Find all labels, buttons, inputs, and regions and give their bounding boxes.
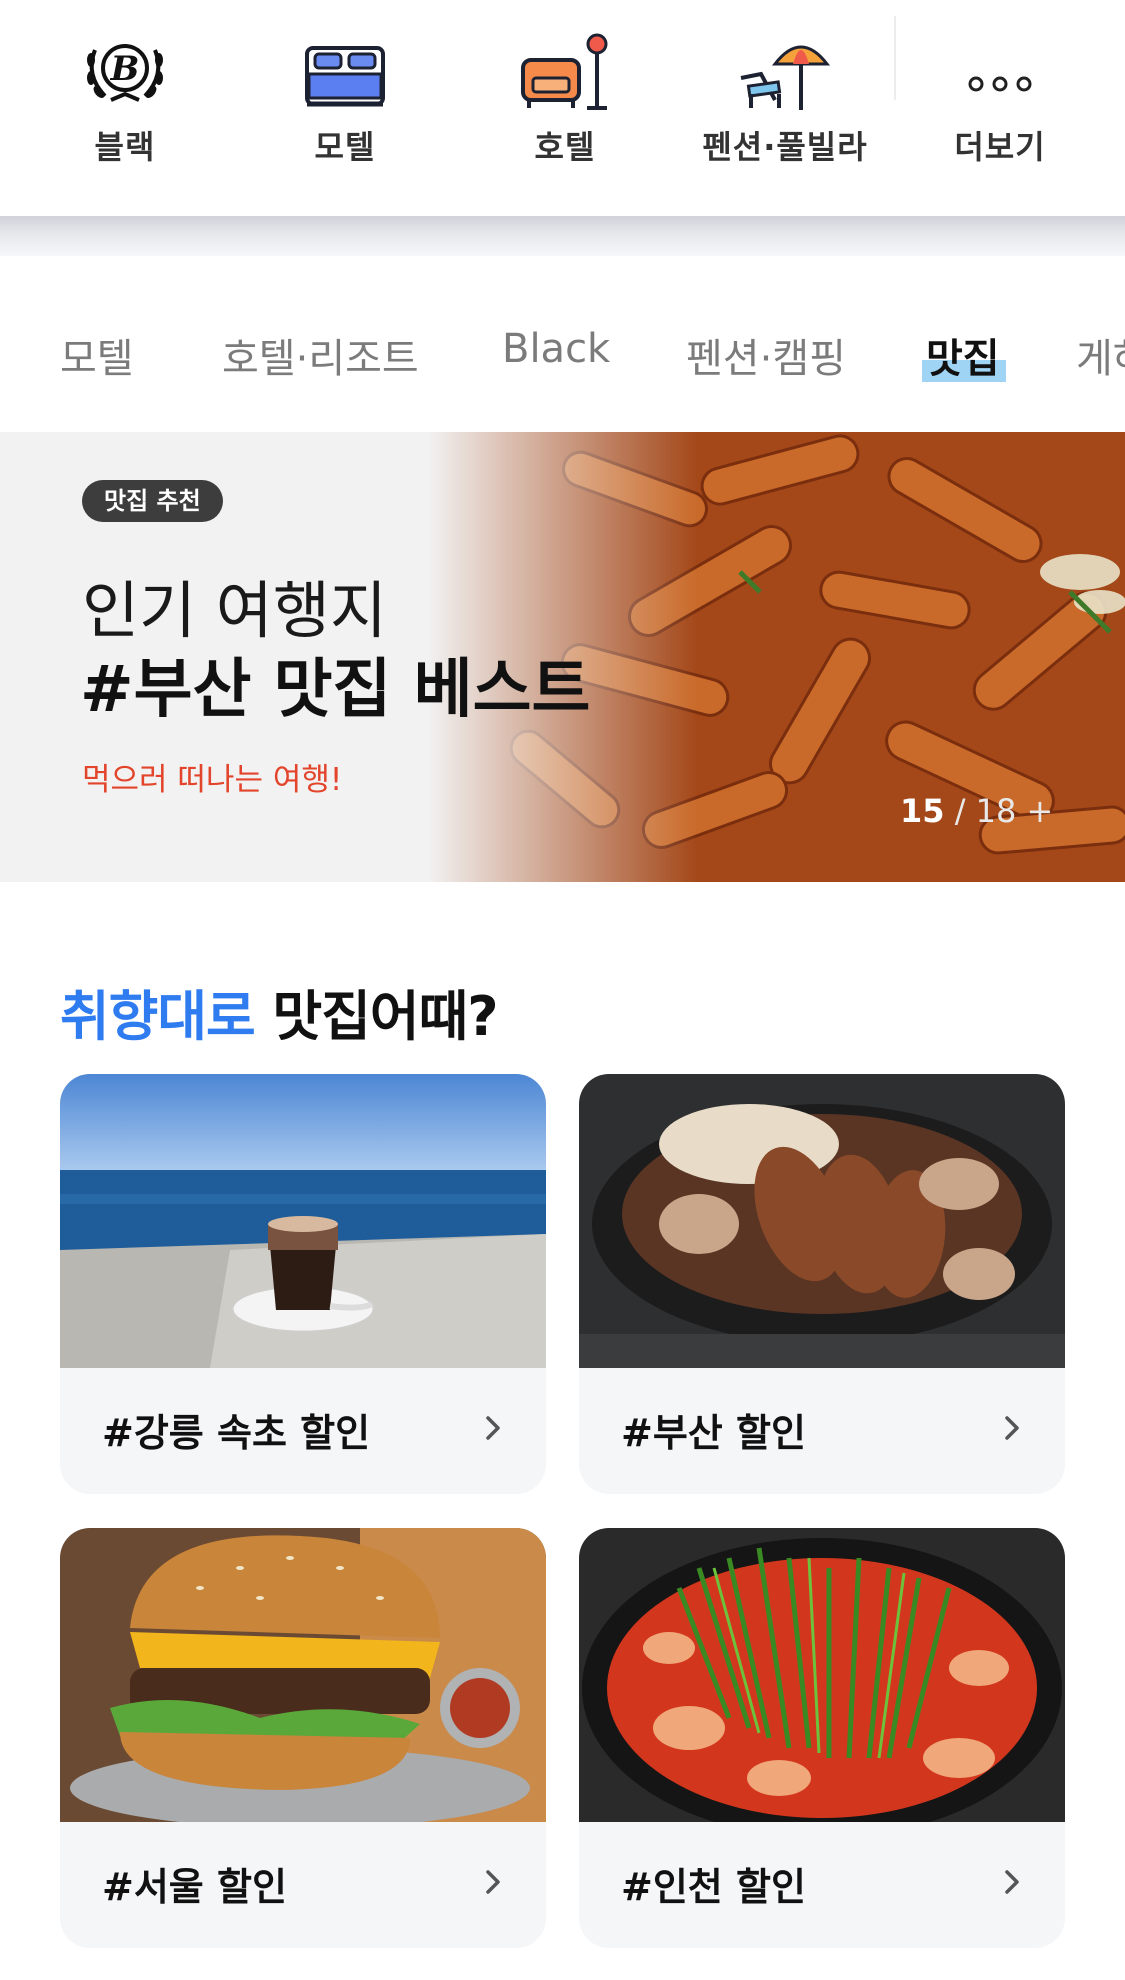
category-bar: B 블랙 모텔 호텔 펜션·풀빌라 더보기 (0, 0, 1125, 216)
chevron-right-icon (486, 1416, 500, 1440)
region-card-seoul[interactable]: #서울 할인 (60, 1528, 546, 1948)
region-card-incheon[interactable]: #인천 할인 (579, 1528, 1065, 1948)
section-shadow (0, 216, 1125, 256)
category-divider (894, 16, 896, 100)
spicy-stew-photo (579, 1528, 1065, 1822)
tab-guesthouse[interactable]: 게하 (1076, 326, 1125, 384)
section-title: 취향대로 맛집어때? (60, 972, 499, 1051)
banner-subtitle: 먹으러 떠나는 여행! (82, 762, 343, 798)
category-label: 블랙 (94, 128, 156, 166)
tab-black[interactable]: Black (502, 326, 610, 372)
coffee-seaside-photo (60, 1074, 546, 1368)
category-black[interactable]: B 블랙 (25, 22, 225, 172)
category-label: 펜션·풀빌라 (702, 128, 868, 166)
sofa-lamp-icon (521, 33, 608, 110)
tab-motel[interactable]: 모텔 (60, 326, 134, 384)
chevron-right-icon (1005, 1416, 1019, 1440)
section-title-highlight: 취향대로 (60, 985, 256, 1048)
category-motel[interactable]: 모텔 (245, 22, 445, 172)
chevron-right-icon (486, 1870, 500, 1894)
category-pension[interactable]: 펜션·풀빌라 (685, 22, 885, 172)
beach-umbrella-icon (740, 45, 831, 110)
more-dots-icon (968, 76, 1032, 92)
card-label: #인천 할인 (621, 1865, 806, 1909)
promo-banner[interactable]: 맛집 추천 인기 여행지 #부산 맛집 베스트 먹으러 떠나는 여행! 15 /… (0, 432, 1125, 882)
category-hotel[interactable]: 호텔 (465, 22, 665, 172)
region-card-gangneung[interactable]: #강릉 속초 할인 (60, 1074, 546, 1494)
category-more[interactable]: 더보기 (900, 22, 1100, 172)
chevron-right-icon (1005, 1870, 1019, 1894)
category-tabs: 모텔 호텔·리조트 Black 펜션·캠핑 맛집 게하 (0, 256, 1125, 432)
category-label: 모텔 (314, 128, 376, 166)
tab-hotel-resort[interactable]: 호텔·리조트 (222, 326, 419, 384)
section-title-rest: 맛집어때? (254, 985, 499, 1048)
banner-badge: 맛집 추천 (82, 480, 223, 522)
region-card-busan[interactable]: #부산 할인 (579, 1074, 1065, 1494)
card-label: #강릉 속초 할인 (102, 1411, 371, 1455)
svg-text:B: B (110, 49, 140, 89)
pager-more-icon: + (1026, 792, 1054, 830)
jokbal-photo (579, 1074, 1065, 1368)
tab-pension-camping[interactable]: 펜션·캠핑 (686, 326, 846, 384)
bed-icon (305, 46, 385, 107)
black-laurel-icon: B (87, 44, 163, 102)
category-label: 더보기 (954, 128, 1046, 166)
card-label: #부산 할인 (621, 1411, 806, 1455)
banner-title-line2: #부산 맛집 베스트 (80, 653, 591, 727)
burger-photo (60, 1528, 546, 1822)
pager-current: 15 (900, 792, 945, 830)
tab-restaurant[interactable]: 맛집 (922, 326, 1006, 384)
pager-separator: / (944, 792, 976, 830)
banner-title-line1: 인기 여행지 (82, 574, 387, 647)
card-label: #서울 할인 (102, 1865, 287, 1909)
banner-pager[interactable]: 15 / 18 + (900, 792, 1053, 830)
pager-total: 18 (975, 792, 1017, 830)
category-label: 호텔 (534, 128, 596, 166)
